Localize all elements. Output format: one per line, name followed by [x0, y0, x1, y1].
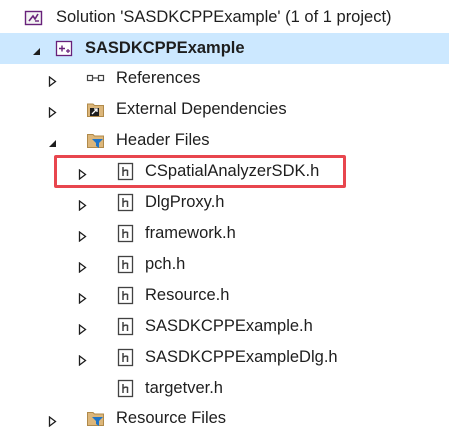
solution-label: Solution 'SASDKCPPExample' (1 of 1 proje…: [56, 8, 392, 26]
header-files-row[interactable]: Header Files: [0, 125, 449, 156]
solution-row[interactable]: Solution 'SASDKCPPExample' (1 of 1 proje…: [0, 2, 449, 33]
references-icon: [86, 69, 105, 88]
collapsed-triangle-icon[interactable]: [47, 104, 58, 119]
collapsed-triangle-icon[interactable]: [47, 413, 58, 428]
cpp-project-icon: [55, 39, 74, 58]
collapsed-triangle-icon[interactable]: [47, 73, 58, 88]
header-file-icon: [116, 286, 135, 305]
external-dependencies-label: External Dependencies: [116, 100, 287, 118]
expanded-triangle-icon[interactable]: [31, 43, 42, 55]
header-file-label: framework.h: [145, 224, 236, 242]
collapsed-triangle-icon[interactable]: [77, 290, 88, 305]
collapsed-triangle-icon[interactable]: [77, 259, 88, 274]
header-file-label: targetver.h: [145, 379, 223, 397]
header-file-row[interactable]: SASDKCPPExampleDlg.h: [0, 342, 449, 373]
header-files-label: Header Files: [116, 131, 210, 149]
header-file-icon: [116, 255, 135, 274]
project-row[interactable]: SASDKCPPExample: [0, 33, 449, 64]
highlight-box: [54, 155, 346, 188]
visual-studio-solution-icon: [24, 8, 43, 27]
references-label: References: [116, 69, 201, 87]
filter-folder-icon: [86, 131, 105, 150]
references-row[interactable]: References: [0, 63, 449, 94]
filter-folder-icon: [86, 409, 105, 428]
expanded-triangle-icon[interactable]: [47, 135, 58, 147]
project-label: SASDKCPPExample: [85, 39, 245, 57]
header-file-row[interactable]: framework.h: [0, 218, 449, 249]
header-file-icon: [116, 379, 135, 398]
header-file-icon: [116, 348, 135, 367]
resource-files-row[interactable]: Resource Files: [0, 403, 449, 434]
header-file-label: SASDKCPPExample.h: [145, 317, 313, 335]
header-file-icon: [116, 317, 135, 336]
header-file-label: DlgProxy.h: [145, 193, 225, 211]
header-file-row[interactable]: pch.h: [0, 249, 449, 280]
resource-files-label: Resource Files: [116, 409, 227, 427]
collapsed-triangle-icon[interactable]: [77, 352, 88, 367]
collapsed-triangle-icon[interactable]: [77, 228, 88, 243]
header-file-row[interactable]: targetver.h: [0, 373, 449, 404]
collapsed-triangle-icon[interactable]: [77, 321, 88, 336]
collapsed-triangle-icon[interactable]: [77, 197, 88, 212]
header-file-row[interactable]: DlgProxy.h: [0, 187, 449, 218]
header-file-row[interactable]: SASDKCPPExample.h: [0, 311, 449, 342]
solution-explorer-tree: Solution 'SASDKCPPExample' (1 of 1 proje…: [0, 0, 449, 434]
external-dependencies-row[interactable]: External Dependencies: [0, 94, 449, 125]
header-file-label: pch.h: [145, 255, 186, 273]
header-file-label: SASDKCPPExampleDlg.h: [145, 348, 338, 366]
external-dependencies-icon: [86, 100, 105, 119]
header-file-icon: [116, 193, 135, 212]
header-file-row[interactable]: Resource.h: [0, 280, 449, 311]
header-file-icon: [116, 224, 135, 243]
header-file-label: Resource.h: [145, 286, 230, 304]
